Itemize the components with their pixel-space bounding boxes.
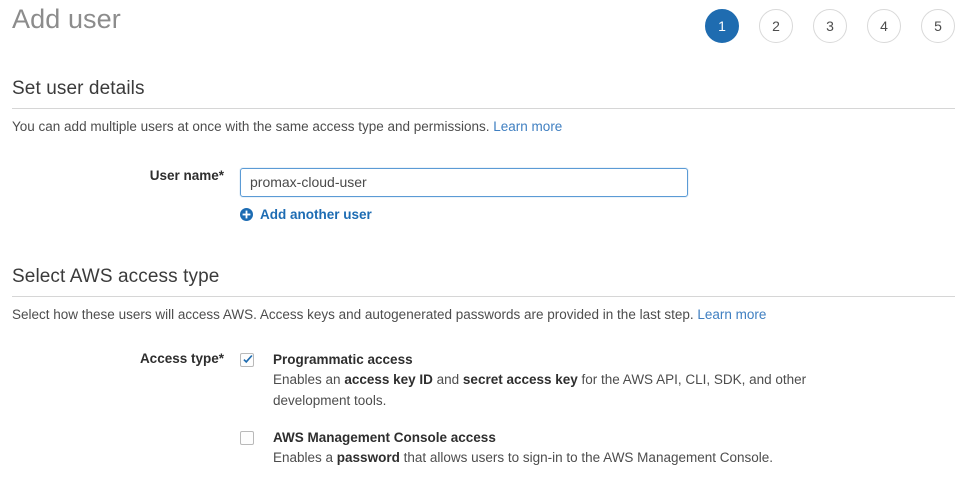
wizard-step-2-label: 2	[772, 18, 780, 34]
wizard-step-2[interactable]: 2	[759, 9, 793, 43]
username-row: User name* Add another user	[12, 167, 955, 226]
desc-seg: Enables a	[273, 450, 337, 466]
add-another-user-label: Add another user	[260, 206, 372, 222]
access-type-options: Programmatic access Enables an access ke…	[240, 351, 955, 468]
set-user-details-description: You can add multiple users at once with …	[12, 109, 955, 136]
username-label: User name*	[149, 167, 224, 183]
select-access-type-description: Select how these users will access AWS. …	[12, 297, 955, 324]
desc-seg: that allows users to sign-in to the AWS …	[399, 450, 774, 466]
access-type-row: Access type* Programmatic access Enables…	[12, 351, 955, 468]
user-details-learn-more-link[interactable]: Learn more	[493, 119, 562, 134]
page-header: Add user 1 2 3 4 5	[0, 0, 967, 58]
console-access-description: Enables a password that allows users to …	[273, 448, 773, 468]
wizard-step-5-label: 5	[934, 18, 942, 34]
programmatic-access-text: Programmatic access Enables an access ke…	[254, 351, 813, 411]
set-user-details-description-text: You can add multiple users at once with …	[12, 119, 490, 134]
console-access-option[interactable]: AWS Management Console access Enables a …	[240, 429, 955, 468]
desc-seg: Enables an	[273, 372, 345, 388]
wizard-step-4-label: 4	[880, 18, 888, 34]
select-access-type-description-text: Select how these users will access AWS. …	[12, 306, 694, 322]
username-control: Add another user	[240, 167, 955, 226]
select-access-type-section: Select AWS access type Select how these …	[0, 266, 967, 469]
programmatic-access-checkbox[interactable]	[240, 353, 254, 368]
console-access-text: AWS Management Console access Enables a …	[254, 429, 773, 468]
page-title: Add user	[12, 4, 121, 34]
username-input[interactable]	[240, 167, 688, 197]
programmatic-access-description: Enables an access key ID and secret acce…	[273, 370, 813, 411]
wizard-step-1[interactable]: 1	[705, 9, 739, 43]
access-type-label: Access type*	[139, 351, 224, 367]
desc-seg: and	[432, 372, 463, 388]
programmatic-access-option[interactable]: Programmatic access Enables an access ke…	[240, 351, 955, 411]
desc-bold: access key ID	[344, 372, 433, 388]
wizard-step-indicator: 1 2 3 4 5	[705, 9, 955, 43]
add-another-user-button[interactable]: Add another user	[240, 207, 372, 222]
set-user-details-section: Set user details You can add multiple us…	[0, 78, 967, 226]
desc-bold: secret access key	[462, 372, 578, 388]
plus-circle-icon	[240, 207, 253, 221]
programmatic-access-title: Programmatic access	[273, 352, 413, 368]
wizard-step-5[interactable]: 5	[921, 9, 955, 43]
wizard-step-3-label: 3	[826, 18, 834, 34]
wizard-step-1-label: 1	[718, 18, 726, 34]
access-type-learn-more-link[interactable]: Learn more	[697, 307, 766, 322]
console-access-checkbox[interactable]	[240, 430, 254, 445]
desc-bold: password	[336, 450, 400, 466]
wizard-step-3[interactable]: 3	[813, 9, 847, 43]
set-user-details-heading: Set user details	[12, 78, 145, 99]
select-access-type-heading: Select AWS access type	[12, 265, 220, 287]
wizard-step-4[interactable]: 4	[867, 9, 901, 43]
console-access-title: AWS Management Console access	[273, 429, 496, 445]
